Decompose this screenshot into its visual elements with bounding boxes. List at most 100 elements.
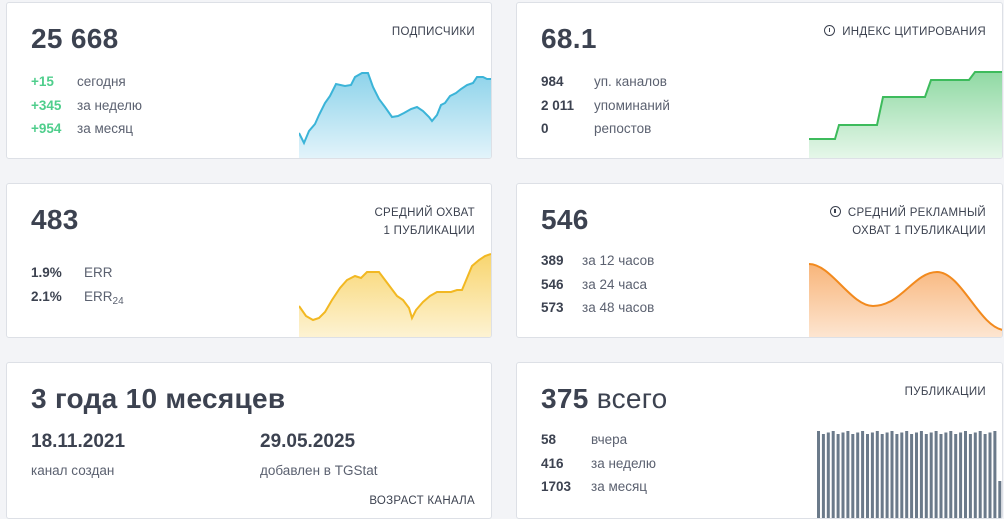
subscribers-label: ПОДПИСЧИКИ (391, 26, 475, 38)
err-label: ERR (84, 265, 113, 280)
publications-bar (934, 431, 938, 518)
publications-bar (924, 434, 928, 518)
publications-bar (919, 431, 923, 518)
publications-bar (944, 432, 948, 518)
err24-value: 2.1% (31, 288, 62, 304)
subscribers-card[interactable]: 25 668 ПОДПИСЧИКИ +15 сегодня +345 за неде… (6, 2, 492, 159)
publications-card[interactable]: 375 всего ПУБЛИКАЦИИ 58 вчера 416 за недел… (516, 362, 1003, 519)
citation-reposts-value: 0 (541, 121, 549, 136)
publications-bar (826, 432, 830, 518)
publications-bar (968, 434, 972, 518)
citation-mentions-value: 2 011 (541, 97, 575, 113)
pubs-yesterday-label: вчера (591, 432, 628, 447)
publications-bar (910, 434, 914, 518)
ad-reach-label-line1: СРЕДНИЙ РЕКЛАМНЫЙ (847, 207, 986, 219)
publications-bar (998, 481, 1002, 518)
pubs-month-value: 1703 (541, 479, 572, 494)
publications-bar (851, 434, 855, 518)
citation-area (809, 72, 1002, 158)
info-icon[interactable] (824, 25, 836, 36)
channel-age-label: ВОЗРАСТ КАНАЛА (369, 495, 475, 507)
publications-bar (993, 431, 997, 518)
ad-reach-12h: 389 за 12 часов (541, 249, 654, 273)
ad-reach-card[interactable]: 546 СРЕДНИЙ РЕКЛАМНЫЙ ОХВАТ 1 ПУБЛИКАЦИИ… (516, 183, 1003, 338)
err-value: 1.9% (31, 265, 62, 280)
citation-card[interactable]: 68.1 ИНДЕКС ЦИТИРОВАНИЯ 984 уп. каналов 2… (516, 2, 1003, 159)
citation-label-row: ИНДЕКС ЦИТИРОВАНИЯ (824, 23, 986, 41)
publications-bar (954, 434, 958, 518)
publications-bar (870, 432, 874, 518)
pubs-week-value: 416 (541, 455, 564, 471)
err24-label: ERR24 (84, 288, 124, 307)
pubs-week: 416 за неделю (541, 452, 656, 476)
growth-week-value: +345 (31, 97, 62, 113)
subscribers-count: 25 668 (31, 23, 119, 54)
pubs-yesterday-value: 58 (541, 432, 557, 447)
ad-reach-stats-list: 389 за 12 часов 546 за 24 часа 573 за 48 ча… (541, 249, 654, 320)
ad-reach-area (809, 264, 1002, 337)
ad-reach-24h-label: за 24 часа (582, 276, 648, 292)
channel-age-value: 3 года 10 месяцев (31, 383, 286, 414)
publications-suffix: всего (596, 383, 668, 414)
created-date: 18.11.2021 (31, 431, 126, 452)
publications-bar (890, 431, 894, 518)
publications-bar (988, 432, 992, 518)
err24-label-text: ERR (84, 288, 113, 304)
citation-sparkline (809, 71, 1002, 158)
publications-bar (875, 431, 879, 518)
citation-channels-label: уп. каналов (594, 74, 667, 89)
ad-reach-sparkline (809, 263, 1002, 337)
ad-reach-24h: 546 за 24 часа (541, 273, 654, 297)
publications-bar (915, 432, 918, 518)
ad-reach-48h-value: 573 (541, 300, 564, 315)
publications-bar (978, 431, 982, 518)
avg-reach-value: 483 (31, 204, 79, 235)
citation-label: ИНДЕКС ЦИТИРОВАНИЯ (842, 26, 986, 38)
publications-bar-chart (817, 431, 1002, 518)
publications-bar (959, 432, 963, 518)
publications-bar (895, 434, 899, 518)
avg-reach-label-line1: СРЕДНИЙ ОХВАТ (374, 207, 475, 219)
ad-reach-24h-value: 546 (541, 276, 564, 292)
err24-row: 2.1% ERR24 (31, 285, 124, 309)
err-list: 1.9% ERR 2.1% ERR24 (31, 261, 124, 308)
growth-today-value: +15 (31, 74, 54, 89)
created-block: 18.11.2021 канал создан (31, 431, 125, 478)
publications-bar (821, 434, 825, 518)
err24-subscript: 24 (112, 295, 124, 307)
publications-label: ПУБЛИКАЦИИ (904, 386, 986, 398)
publications-count: 375 (541, 383, 589, 414)
ad-reach-label: СРЕДНИЙ РЕКЛАМНЫЙ ОХВАТ 1 ПУБЛИКАЦИИ (829, 204, 986, 240)
citation-channels: 984 уп. каналов (541, 70, 670, 94)
pubs-month-label: за месяц (591, 479, 648, 494)
avg-reach-label: СРЕДНИЙ ОХВАТ 1 ПУБЛИКАЦИИ (374, 204, 475, 240)
citation-channels-value: 984 (541, 74, 564, 89)
subscribers-growth-list: +15 сегодня +345 за неделю +954 за месяц (31, 70, 142, 141)
publications-bar (949, 431, 953, 518)
publications-bar (846, 431, 850, 518)
pubs-month: 1703 за месяц (541, 475, 656, 499)
subscribers-sparkline (299, 72, 491, 158)
pubs-week-label: за неделю (591, 455, 657, 471)
publications-bar (856, 432, 860, 518)
added-label: добавлен в TGStat (260, 463, 378, 478)
growth-month-label: за месяц (77, 121, 134, 136)
ad-reach-48h: 573 за 48 часов (541, 296, 654, 320)
avg-reach-label-line2: 1 ПУБЛИКАЦИИ (383, 225, 475, 237)
publications-stats-list: 58 вчера 416 за неделю 1703 за месяц (541, 428, 656, 499)
created-label: канал создан (31, 463, 115, 478)
publications-bar (905, 431, 909, 518)
ad-reach-12h-value: 389 (541, 253, 564, 268)
info-icon[interactable] (829, 206, 841, 217)
growth-month: +954 за месяц (31, 117, 142, 141)
citation-stats-list: 984 уп. каналов 2 011 упоминаний 0 репостов (541, 70, 670, 141)
growth-today-label: сегодня (77, 74, 126, 89)
avg-reach-card[interactable]: 483 СРЕДНИЙ ОХВАТ 1 ПУБЛИКАЦИИ 1.9% ERR 2… (6, 183, 492, 338)
publications-bar (885, 432, 889, 518)
channel-age-card[interactable]: 3 года 10 месяцев 18.11.2021 канал созда… (6, 362, 492, 519)
publications-bar (861, 431, 865, 518)
citation-index-value: 68.1 (541, 23, 597, 54)
publications-bar (831, 431, 835, 518)
ad-reach-value: 546 (541, 204, 589, 235)
growth-month-value: +954 (31, 121, 62, 136)
